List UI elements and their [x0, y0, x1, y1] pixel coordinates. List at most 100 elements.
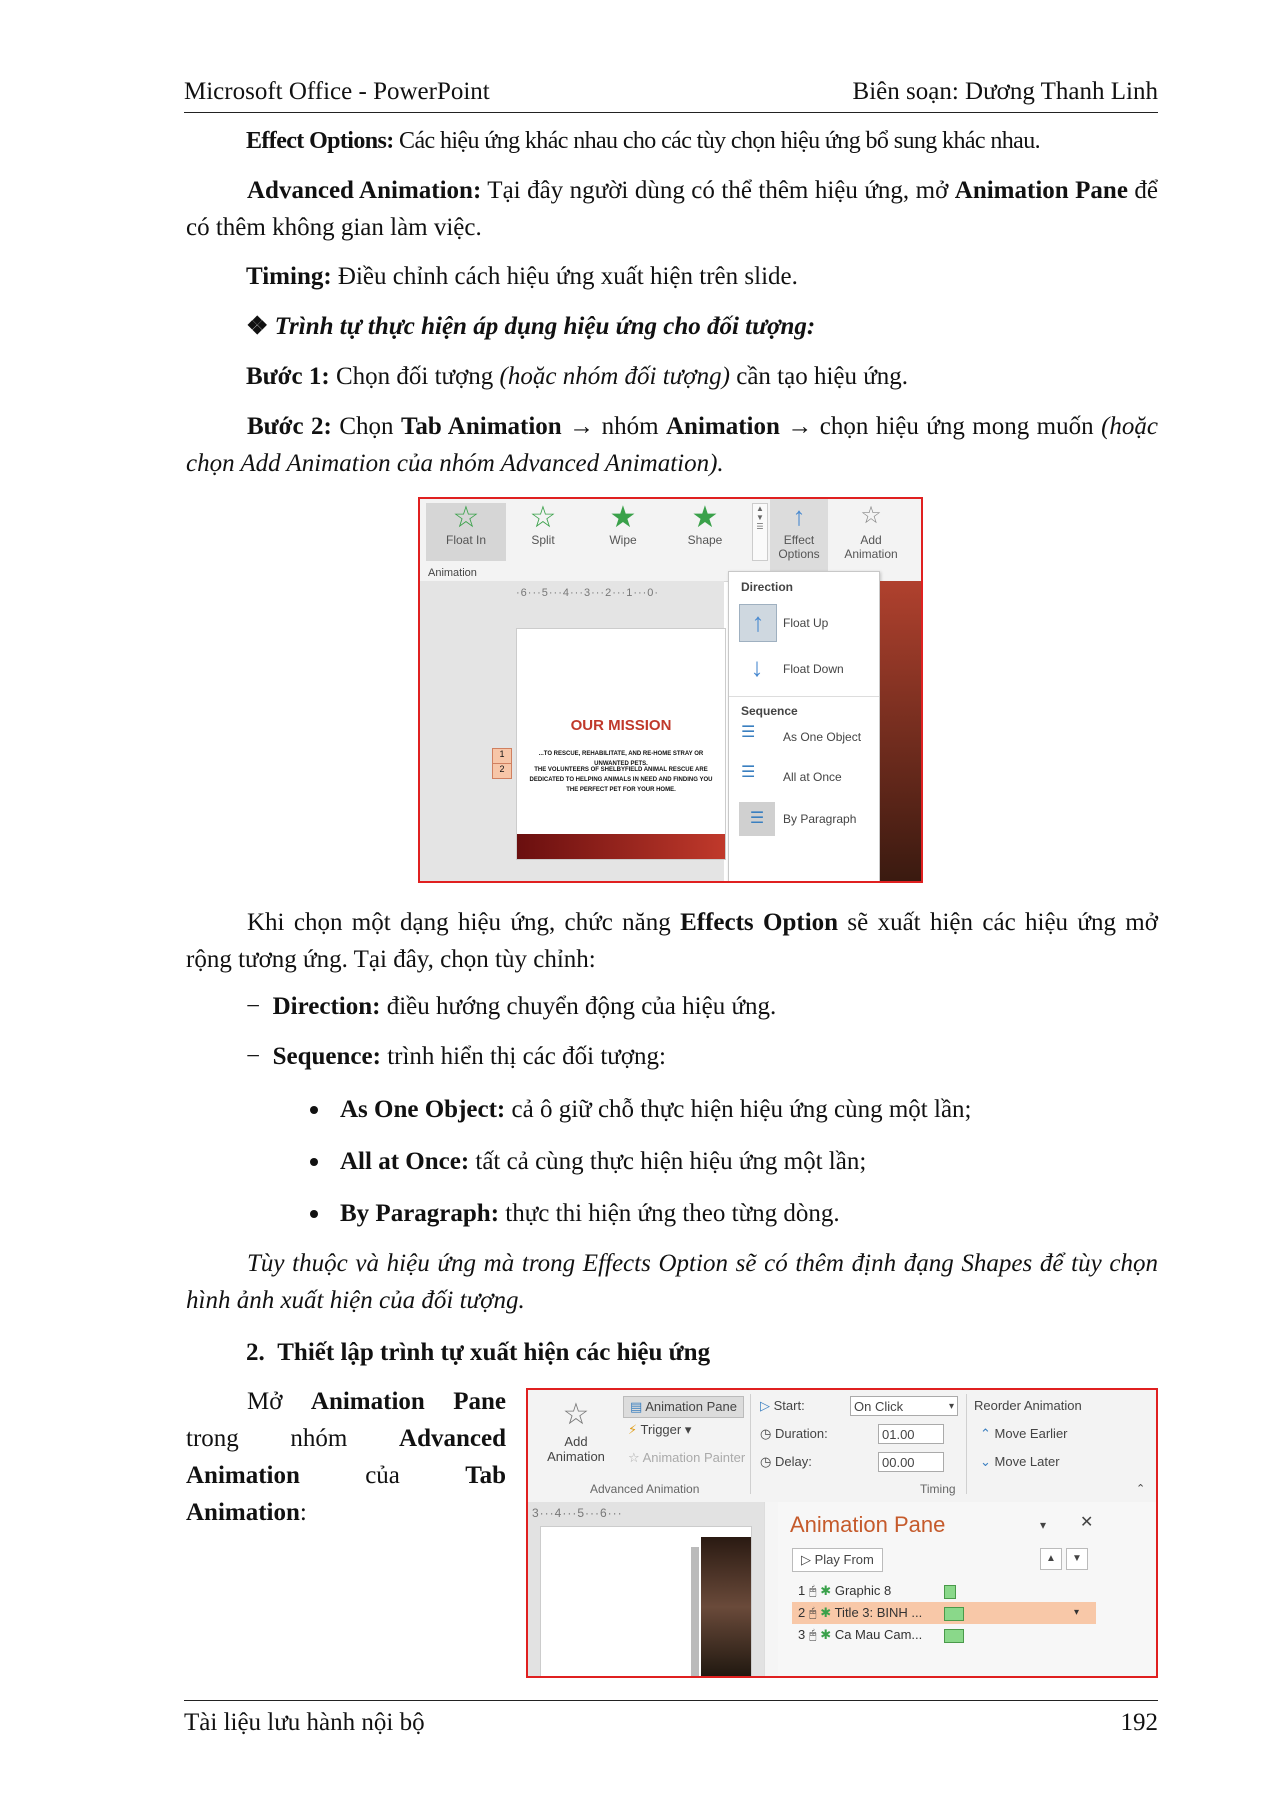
effect-options-dropdown: Direction ↑ Float Up ↓ Float Down Sequen… [728, 571, 880, 881]
diamond-bullet-icon: ❖ [246, 313, 269, 340]
duration-label: ◷ Duration: [760, 1426, 828, 1441]
add-star-icon: ☆ [860, 502, 882, 529]
paragraph-step-1: Bước 1: Chọn đối tượng (hoặc nhóm đối tư… [246, 363, 909, 390]
trigger-button[interactable]: ⚡ Trigger ▾ [628, 1422, 691, 1438]
animation-marker-1[interactable]: 1 [492, 748, 512, 764]
slide-thumbnail: OUR MISSION ...TO RESCUE, REHABILITATE, … [516, 628, 726, 860]
float-up-icon: ↑ [739, 604, 777, 642]
divider [966, 1394, 967, 1494]
gallery-scroll[interactable]: ▲ ▼ ☰ [752, 503, 768, 561]
by-paragraph-icon: ☰ [739, 802, 775, 836]
star-icon: ☆ [452, 501, 480, 534]
pane-menu-icon[interactable]: ▾ [1040, 1518, 1046, 1532]
effect-star-icon: ✱ [820, 1605, 832, 1620]
close-icon[interactable]: ✕ [1080, 1512, 1093, 1532]
timing-bar [944, 1607, 964, 1621]
duration-input[interactable]: 01.00 [878, 1424, 944, 1444]
effect-star-icon: ✱ [820, 1583, 832, 1598]
move-earlier-button[interactable]: ⌃ Move Earlier [980, 1426, 1068, 1442]
effect-float-in[interactable]: ☆ Float In [426, 503, 506, 561]
effect-options-button[interactable]: ↑ Effect Options [770, 499, 828, 571]
chevron-down-icon[interactable]: ▾ [1074, 1602, 1079, 1624]
float-up-option[interactable]: Float Up [783, 616, 828, 630]
ruler: 3···4···5···6··· [532, 1506, 623, 1520]
float-down-option[interactable]: Float Down [783, 662, 844, 676]
footer-left: Tài liệu lưu hành nội bộ [184, 1709, 425, 1736]
group-label-timing: Timing [920, 1482, 956, 1496]
slide-edge-preview [880, 581, 921, 881]
slide-element [691, 1547, 699, 1676]
figure-animation-pane-screenshot: ☆ Add Animation ▤ Animation Pane ⚡ Trigg… [526, 1388, 1158, 1678]
divider [729, 696, 879, 697]
paragraph-timing: Timing: Điều chỉnh cách hiệu ứng xuất hi… [246, 263, 798, 290]
slide-thumbnail [540, 1526, 752, 1676]
lightning-icon: ⚡ [628, 1422, 638, 1437]
animation-pane-icon: ▤ [630, 1399, 643, 1414]
bullet-icon [310, 1158, 318, 1166]
delay-input[interactable]: 00.00 [878, 1452, 944, 1472]
effect-split[interactable]: ☆ Split [508, 503, 578, 548]
effect-shape[interactable]: ★ Shape [670, 501, 740, 548]
direction-header: Direction [741, 580, 794, 594]
header-rule [184, 112, 1158, 113]
start-label: ▷ Start: [760, 1398, 805, 1413]
animation-pane-button[interactable]: ▤ Animation Pane [623, 1396, 744, 1418]
effect-wipe[interactable]: ★ Wipe [588, 501, 658, 548]
dash-item-direction: − Direction: điều hướng chuyển động của … [246, 993, 777, 1020]
canvas-scrollbar[interactable] [764, 1502, 779, 1676]
all-at-once-icon: ☰ [741, 764, 756, 781]
arrow-up-icon: ↑ [792, 501, 806, 531]
move-down-button[interactable]: ▼ [1066, 1548, 1088, 1570]
start-select[interactable]: On Click ▾ [850, 1396, 958, 1416]
delay-clock-icon: ◷ [760, 1454, 772, 1469]
dash-item-sequence: − Sequence: trình hiển thị các đối tượng… [246, 1043, 666, 1070]
sequence-header: Sequence [741, 704, 798, 718]
paragraph-effect-options: Effect Options: Các hiệu ứng khác nhau c… [246, 128, 1041, 154]
collapse-ribbon-icon[interactable]: ⌃ [1136, 1482, 1145, 1495]
by-paragraph-option[interactable]: By Paragraph [783, 812, 856, 826]
ribbon-group-label: Animation [428, 567, 477, 579]
animation-list-item[interactable]: 2 🖰 ✱ Title 3: BINH ... ▾ [792, 1602, 1096, 1624]
mouse-icon: 🖰 [808, 1627, 817, 1642]
bullet-by-paragraph: By Paragraph: thực thi hiện ứng theo từn… [340, 1200, 840, 1227]
add-animation-button[interactable]: ☆ Add Animation [536, 1396, 616, 1464]
figure-effect-options-screenshot: ☆ Float In ☆ Split ★ Wipe ★ Shape ▲ ▼ ☰ ↑ … [418, 497, 923, 883]
bullet-as-one-object: As One Object: cả ô giữ chỗ thực hiện hi… [340, 1096, 972, 1123]
play-from-button[interactable]: ▷ Play From [792, 1548, 883, 1572]
paragraph-step-2: Bước 2: Chọn Tab Animation → nhóm Animat… [186, 413, 1158, 477]
bullet-icon [310, 1106, 318, 1114]
animation-painter-button[interactable]: ☆ Animation Painter [628, 1450, 745, 1466]
as-one-object-option[interactable]: As One Object [783, 730, 861, 744]
chevron-down-icon: ▾ [948, 1401, 954, 1412]
animation-list-item[interactable]: 3 🖰 ✱ Ca Mau Cam... [798, 1624, 1098, 1646]
page-number: 192 [1120, 1709, 1159, 1736]
chevron-up-icon: ⌃ [980, 1426, 991, 1441]
animation-list-item[interactable]: 1 🖰 ✱ Graphic 8 [798, 1580, 1098, 1602]
clock-icon: ◷ [760, 1426, 772, 1441]
add-animation-button[interactable]: ☆ Add Animation [834, 499, 908, 561]
play-icon: ▷ [760, 1398, 770, 1413]
move-up-button[interactable]: ▲ [1040, 1548, 1062, 1570]
move-later-button[interactable]: ⌄ Move Later [980, 1454, 1060, 1470]
bullet-all-at-once: All at Once: tất cả cùng thực hiện hiệu … [340, 1148, 867, 1175]
group-label-advanced: Advanced Animation [590, 1482, 700, 1496]
delay-label: ◷ Delay: [760, 1454, 812, 1469]
timing-bar [944, 1629, 964, 1643]
footer-rule [184, 1700, 1158, 1701]
bullet-icon [310, 1210, 318, 1218]
paragraph-advanced-animation: Advanced Animation: Tại đây người dùng c… [186, 177, 1158, 241]
procedure-heading: ❖ Trình tự thực hiện áp dụng hiệu ứng ch… [246, 313, 816, 340]
header-right: Biên soạn: Dương Thanh Linh [852, 78, 1158, 105]
slide-line-2: THE VOLUNTEERS OF SHELBYFIELD ANIMAL RES… [529, 767, 713, 793]
slide-footer-band [517, 834, 725, 859]
star-icon: ★ [691, 501, 719, 534]
mouse-icon: 🖰 [808, 1583, 817, 1598]
animation-marker-2[interactable]: 2 [492, 763, 512, 779]
star-icon: ★ [609, 501, 637, 534]
chevron-down-icon: ⌄ [980, 1454, 991, 1469]
float-down-icon: ↓ [750, 652, 764, 682]
paragraph-effects-option: Khi chọn một dạng hiệu ứng, chức năng Ef… [186, 909, 1158, 973]
all-at-once-option[interactable]: All at Once [783, 770, 842, 784]
section-heading-2: 2. Thiết lập trình tự xuất hiện các hiệu… [246, 1339, 711, 1366]
slide-photo [701, 1537, 751, 1676]
